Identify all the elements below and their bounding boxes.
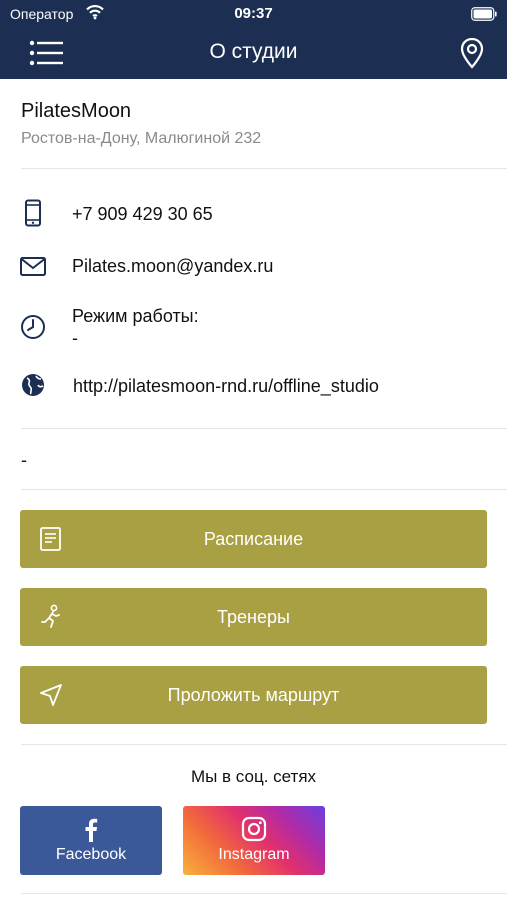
website-link[interactable]: http://pilatesmoon-rnd.ru/offline_studio bbox=[73, 376, 379, 397]
trainers-button-label: Тренеры bbox=[217, 607, 290, 627]
nav-bar: О студии bbox=[0, 28, 507, 79]
facebook-icon bbox=[85, 818, 98, 842]
phone-number[interactable]: +7 909 429 30 65 bbox=[72, 204, 213, 225]
divider bbox=[21, 744, 507, 745]
facebook-label: Facebook bbox=[55, 846, 127, 863]
status-time: 09:37 bbox=[234, 5, 273, 22]
hours-label: Режим работы: bbox=[72, 306, 199, 326]
globe-icon bbox=[22, 374, 44, 396]
divider bbox=[21, 893, 507, 894]
battery-icon bbox=[471, 7, 497, 21]
divider bbox=[21, 168, 507, 169]
status-bar: Оператор 09:37 bbox=[0, 0, 507, 28]
route-button[interactable]: Проложить маршрут bbox=[20, 666, 487, 724]
email-address[interactable]: Pilates.moon@yandex.ru bbox=[72, 256, 273, 277]
divider bbox=[21, 428, 507, 429]
studio-name: PilatesMoon bbox=[21, 100, 132, 122]
facebook-button[interactable]: Facebook bbox=[20, 806, 162, 875]
divider bbox=[21, 489, 507, 490]
phone-icon bbox=[25, 199, 41, 227]
page-title: О студии bbox=[209, 40, 298, 63]
map-pin-icon[interactable] bbox=[459, 37, 485, 69]
hours-value: - bbox=[72, 328, 78, 348]
instagram-label: Instagram bbox=[218, 846, 290, 863]
route-button-label: Проложить маршрут bbox=[167, 685, 340, 705]
social-section-title: Мы в соц. сетях bbox=[190, 767, 317, 786]
studio-description: - bbox=[21, 450, 27, 470]
clock-icon bbox=[21, 315, 45, 339]
instagram-icon bbox=[241, 816, 267, 842]
envelope-icon bbox=[20, 257, 46, 276]
schedule-button[interactable]: Расписание bbox=[20, 510, 487, 568]
schedule-button-label: Расписание bbox=[203, 529, 304, 549]
trainers-button[interactable]: Тренеры bbox=[20, 588, 487, 646]
studio-address: Ростов-на-Дону, Малюгиной 232 bbox=[21, 130, 262, 147]
instagram-button[interactable]: Instagram bbox=[183, 806, 325, 875]
